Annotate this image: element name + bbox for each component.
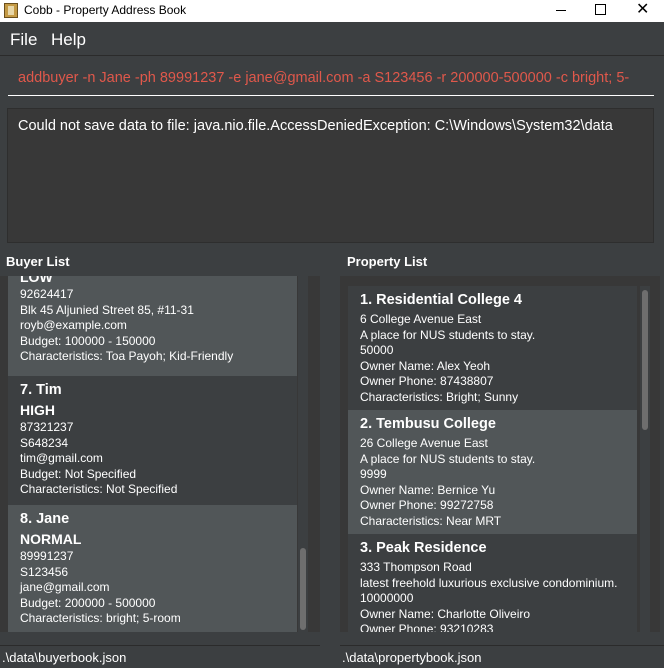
property-card[interactable]: 2. Tembusu College 26 College Avenue Eas…	[348, 410, 637, 534]
buyer-budget: Budget: 100000 - 150000	[20, 333, 156, 348]
minimize-icon	[556, 10, 566, 11]
property-status-bar: .\data\propertybook.json	[340, 645, 664, 668]
close-button[interactable]: ✕	[621, 0, 663, 22]
buyer-email: jane@gmail.com	[20, 580, 110, 594]
buyer-name: 8. Jane	[20, 511, 70, 527]
buyer-list[interactable]: LOW 92624417 Blk 45 Aljunied Street 85, …	[0, 276, 320, 632]
property-list-title: Property List	[347, 254, 428, 269]
property-address: 333 Thompson Road	[360, 560, 472, 574]
buyer-file-path: .\data\buyerbook.json	[2, 650, 127, 665]
buyer-phone: 89991237	[20, 549, 74, 563]
buyer-characteristics: Characteristics: Toa Payoh; Kid-Friendly	[20, 349, 234, 363]
menu-file[interactable]: File	[10, 30, 37, 50]
buyer-phone: 87321237	[20, 420, 74, 434]
maximize-icon	[595, 4, 606, 15]
property-characteristics: Characteristics: Near MRT	[360, 513, 502, 528]
maximize-button[interactable]	[580, 0, 622, 22]
buyer-card[interactable]: LOW 92624417 Blk 45 Aljunied Street 85, …	[8, 276, 297, 376]
property-owner-phone: Owner Phone: 87438807	[360, 374, 494, 388]
result-message: Could not save data to file: java.nio.fi…	[18, 118, 613, 134]
buyer-card[interactable]: 7. Tim HIGH 87321237 S648234 tim@gmail.c…	[8, 376, 297, 505]
buyer-phone: 92624417	[20, 287, 74, 301]
buyer-address: S648234	[20, 435, 69, 450]
minimize-button[interactable]	[540, 0, 582, 22]
buyer-budget: Budget: 200000 - 500000	[20, 595, 156, 610]
property-scrollbar[interactable]	[640, 286, 650, 632]
buyer-priority: NORMAL	[20, 531, 82, 547]
property-price: 50000	[360, 343, 394, 357]
property-address: 26 College Avenue East	[360, 436, 488, 450]
property-card[interactable]: 1. Residential College 4 6 College Avenu…	[348, 286, 637, 410]
property-address: 6 College Avenue East	[360, 312, 482, 326]
buyer-name: 7. Tim	[20, 382, 62, 398]
result-display[interactable]: Could not save data to file: java.nio.fi…	[7, 108, 654, 243]
property-characteristics: Characteristics: Bright; Sunny	[360, 389, 519, 404]
property-name: 3. Peak Residence	[360, 540, 487, 556]
command-input[interactable]: addbuyer -n Jane -ph 89991237 -e jane@gm…	[8, 62, 654, 96]
buyer-status-bar: .\data\buyerbook.json	[0, 645, 320, 668]
property-owner-phone: Owner Phone: 93210283	[360, 622, 494, 632]
property-list[interactable]: 1. Residential College 4 6 College Avenu…	[340, 276, 660, 632]
property-price: 9999	[360, 467, 387, 481]
property-description: A place for NUS students to stay.	[360, 451, 536, 466]
buyer-email: tim@gmail.com	[20, 451, 103, 465]
buyer-list-title: Buyer List	[6, 254, 70, 269]
buyer-card[interactable]: 8. Jane NORMAL 89991237 S123456 jane@gma…	[8, 505, 297, 632]
property-file-path: .\data\propertybook.json	[342, 650, 482, 665]
property-name: 2. Tembusu College	[360, 416, 496, 432]
property-description: latest freehold luxurious exclusive cond…	[360, 575, 618, 590]
buyer-scrollbar[interactable]	[298, 276, 308, 632]
buyer-address: S123456	[20, 564, 69, 579]
buyer-email: royb@example.com	[20, 318, 127, 332]
buyer-priority: HIGH	[20, 402, 55, 418]
buyer-scroll-thumb[interactable]	[300, 548, 306, 630]
buyer-address: Blk 45 Aljunied Street 85, #11-31	[20, 302, 194, 317]
close-icon: ✕	[636, 1, 650, 18]
buyer-characteristics: Characteristics: bright; 5-room	[20, 611, 181, 625]
property-price: 10000000	[360, 591, 414, 605]
property-owner-name: Owner Name: Charlotte Oliveiro	[360, 606, 531, 621]
property-card[interactable]: 3. Peak Residence 333 Thompson Road late…	[348, 534, 637, 632]
app-icon	[4, 3, 18, 18]
property-description: A place for NUS students to stay.	[360, 327, 536, 342]
property-scroll-thumb[interactable]	[642, 290, 648, 430]
property-owner-name: Owner Name: Bernice Yu	[360, 482, 496, 497]
buyer-characteristics: Characteristics: Not Specified	[20, 482, 178, 496]
command-text: addbuyer -n Jane -ph 89991237 -e jane@gm…	[18, 70, 630, 86]
property-owner-name: Owner Name: Alex Yeoh	[360, 358, 491, 373]
buyer-priority: LOW	[20, 276, 53, 285]
title-bar: Cobb - Property Address Book ✕	[0, 0, 664, 22]
menu-bar: File Help	[0, 22, 664, 56]
menu-help[interactable]: Help	[51, 30, 86, 50]
property-name: 1. Residential College 4	[360, 292, 522, 308]
app-window: Cobb - Property Address Book ✕ File Help…	[0, 0, 664, 668]
property-owner-phone: Owner Phone: 99272758	[360, 498, 494, 512]
window-title: Cobb - Property Address Book	[24, 3, 187, 17]
buyer-budget: Budget: Not Specified	[20, 466, 137, 481]
